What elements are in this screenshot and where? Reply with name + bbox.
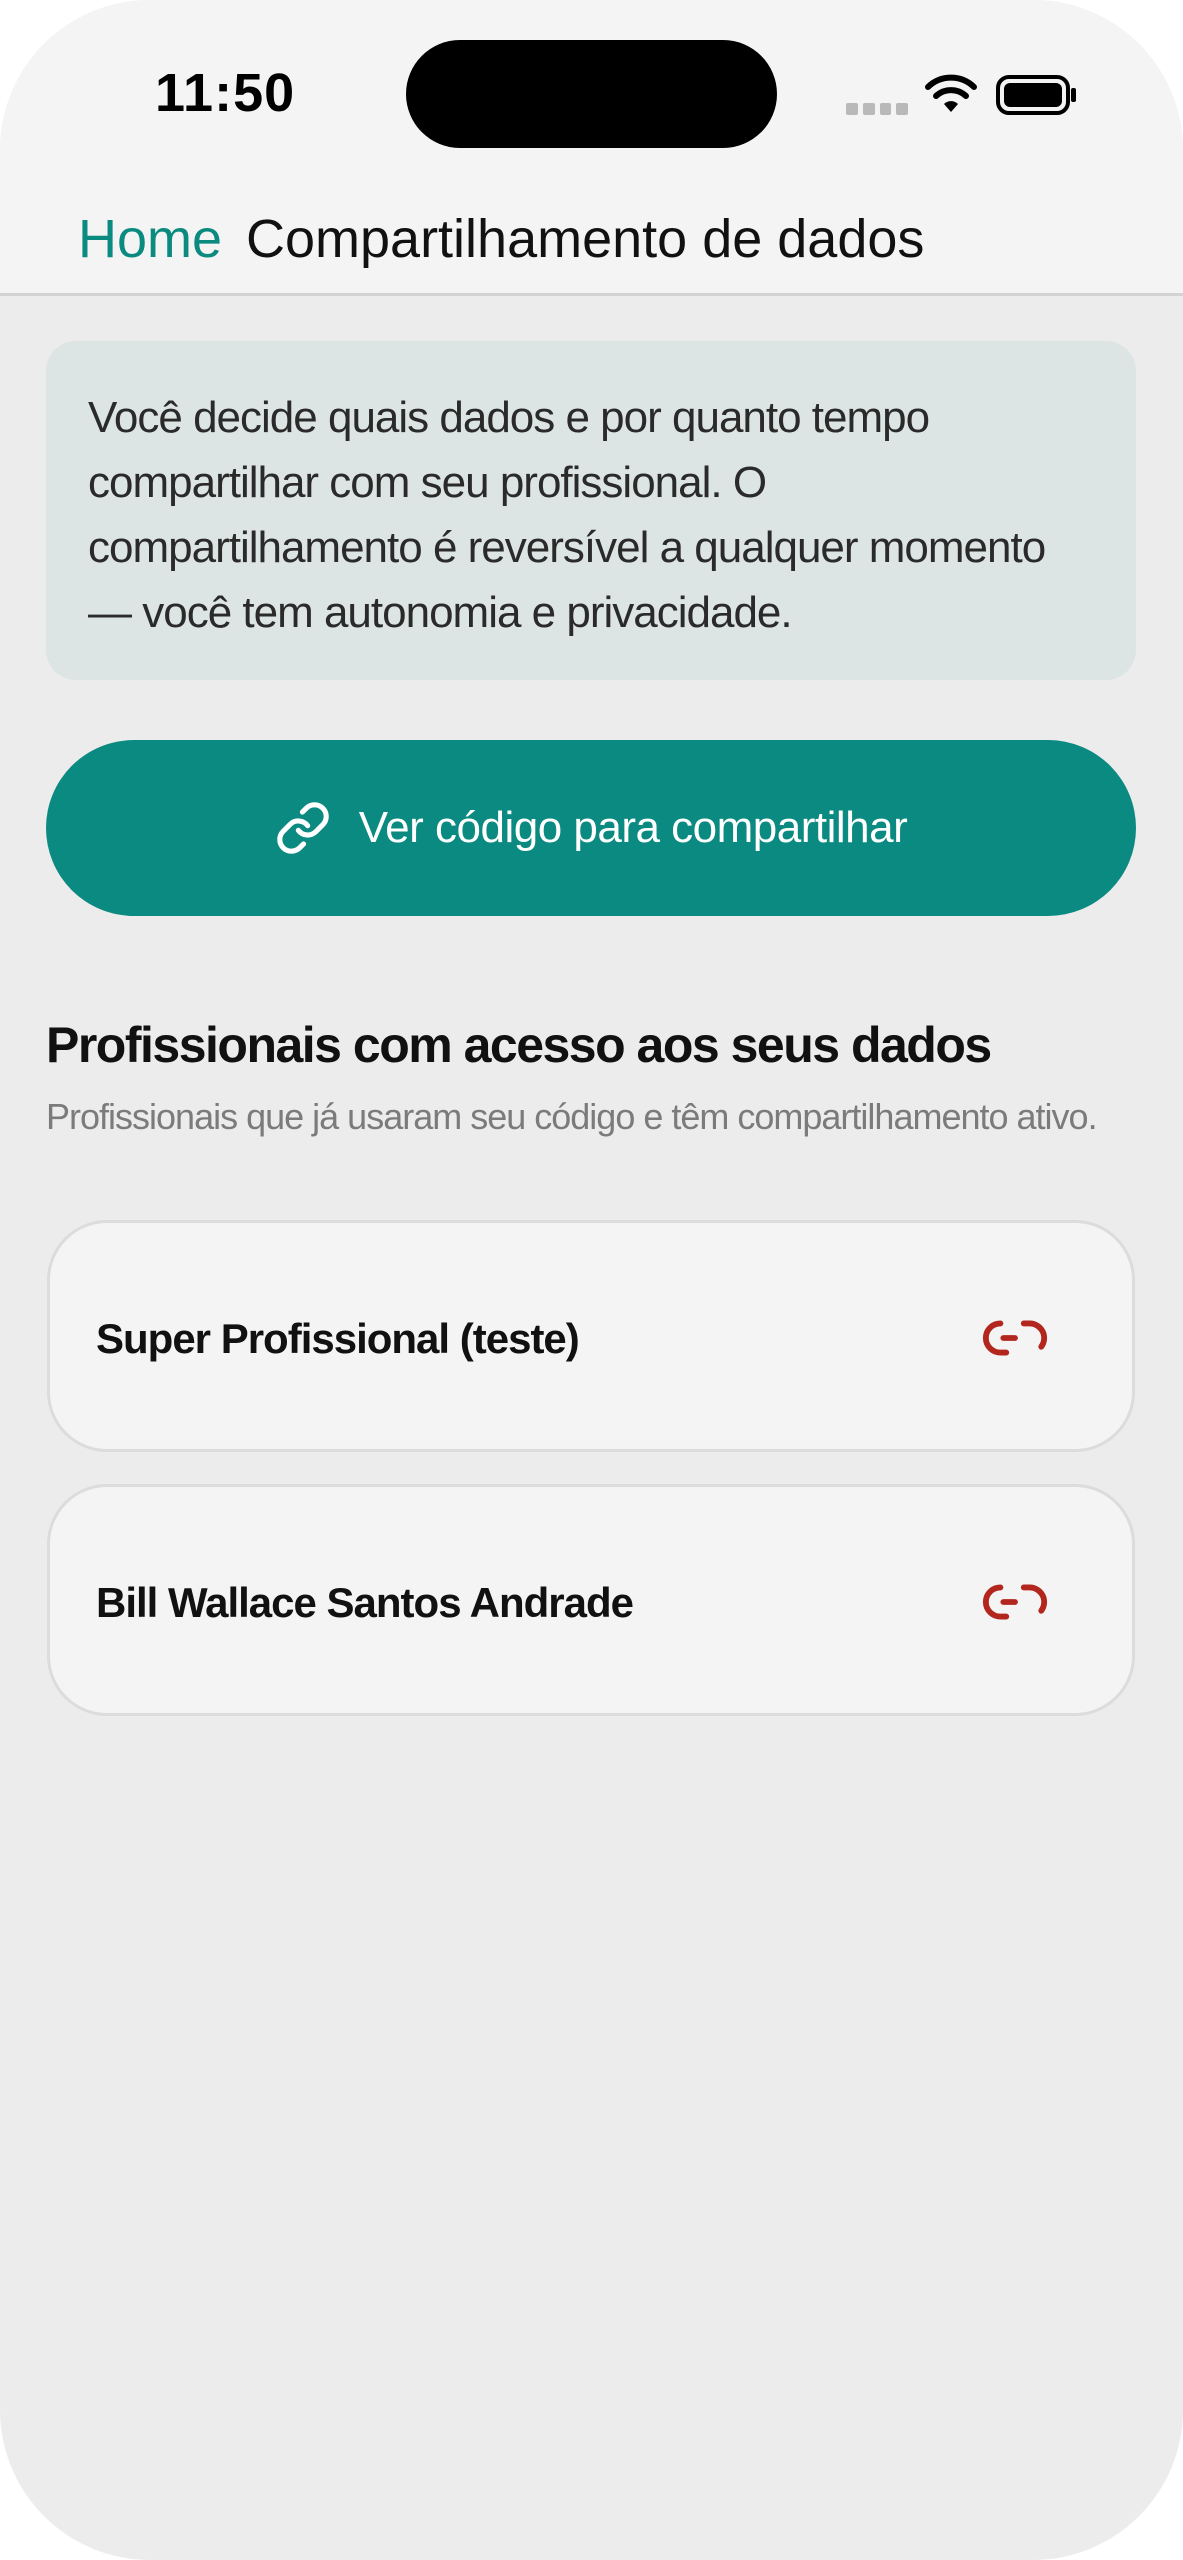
page-title: Compartilhamento de dados: [246, 209, 925, 269]
dynamic-island: [406, 40, 777, 148]
share-button-label: Ver código para compartilhar: [358, 803, 908, 852]
unlink-icon: [982, 1584, 1048, 1620]
section-subtitle: Profissionais que já usaram seu código e…: [46, 1096, 1098, 1137]
back-button[interactable]: Home: [78, 208, 222, 270]
link-icon: [276, 802, 329, 854]
revoke-access-button[interactable]: [980, 1303, 1050, 1373]
share-code-button[interactable]: Ver código para compartilhar: [46, 740, 1136, 916]
top-bar: 11:50 Home Compartilhamento de dados: [0, 0, 1183, 296]
info-box: Você decide quais dados e por quanto tem…: [46, 341, 1136, 680]
revoke-access-button[interactable]: [980, 1567, 1050, 1637]
professional-name: Super Profissional (teste): [96, 1315, 580, 1362]
unlink-icon: [982, 1320, 1048, 1356]
status-time: 11:50: [155, 63, 296, 123]
professional-name: Bill Wallace Santos Andrade: [96, 1579, 634, 1626]
battery-icon: [996, 75, 1076, 115]
cellular-signal-icon: [846, 103, 908, 115]
screen: 11:50 Home Compartilhamento de dados Voc…: [0, 0, 1183, 2560]
professional-card: Super Profissional (teste): [47, 1220, 1135, 1452]
professional-card: Bill Wallace Santos Andrade: [47, 1484, 1135, 1716]
section-title: Profissionais com acesso aos seus dados: [46, 1017, 992, 1073]
info-text: Você decide quais dados e por quanto tem…: [88, 393, 1046, 637]
wifi-icon: [925, 74, 977, 112]
